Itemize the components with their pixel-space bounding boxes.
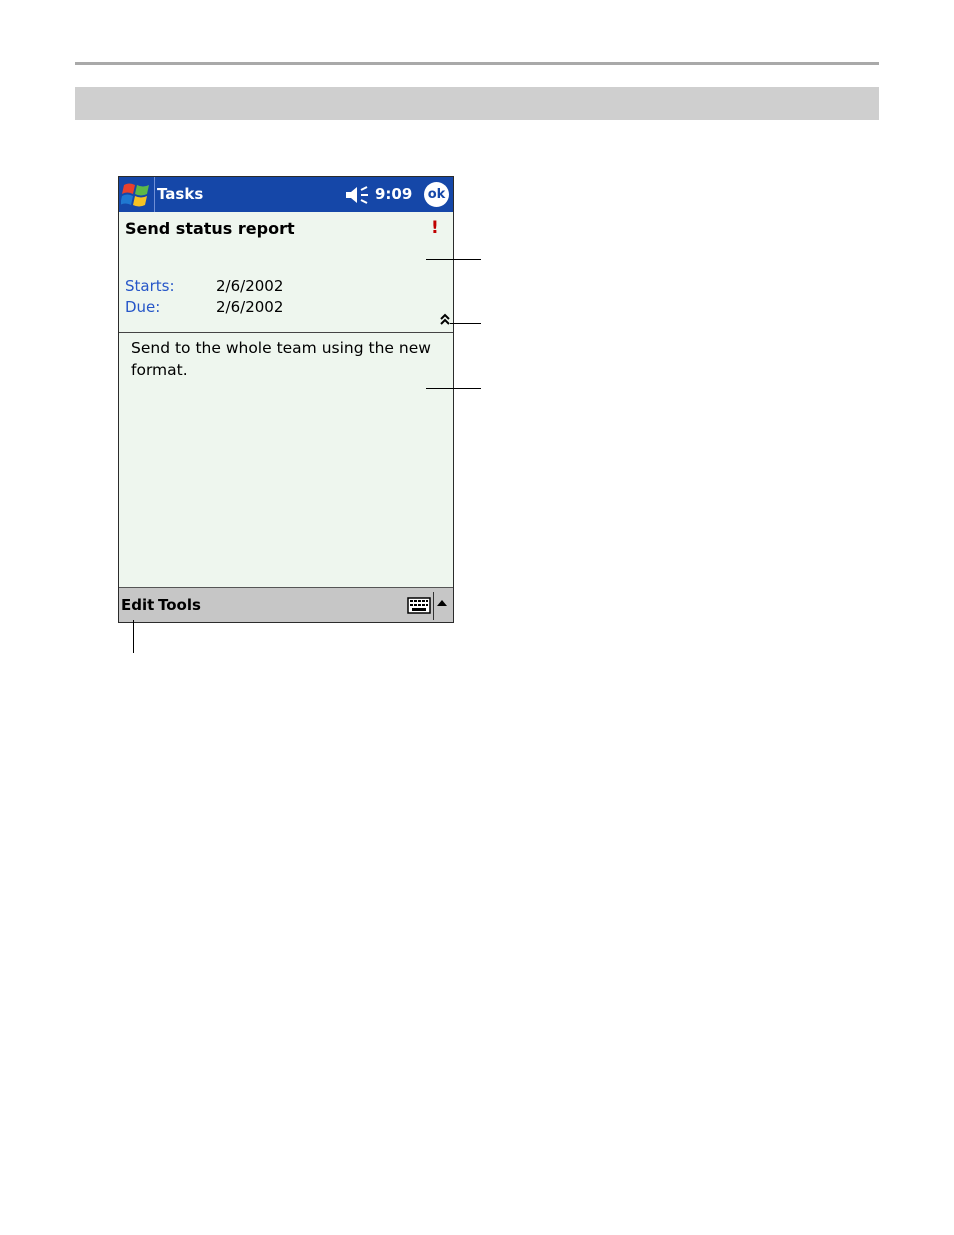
task-summary[interactable]: Send status report ! Starts: 2/6/2002 Du… bbox=[119, 212, 453, 333]
keyboard-icon[interactable] bbox=[407, 597, 431, 614]
starts-value: 2/6/2002 bbox=[216, 277, 284, 295]
pocketpc-screen: Tasks 9:09 ok Send status report ! Start… bbox=[118, 176, 454, 623]
notes-text: Send to the whole team using the new for… bbox=[131, 339, 431, 379]
task-subject: Send status report bbox=[125, 219, 295, 238]
triangle-up-icon[interactable] bbox=[437, 600, 447, 606]
windows-flag-icon bbox=[121, 183, 149, 207]
menu-edit[interactable]: Edit bbox=[121, 596, 154, 614]
sip-divider bbox=[433, 592, 434, 620]
callout-line-summary bbox=[426, 259, 481, 260]
double-chevron-up-icon[interactable] bbox=[438, 313, 452, 327]
clock[interactable]: 9:09 bbox=[375, 185, 412, 203]
page-header-band bbox=[75, 87, 879, 120]
speaker-muted-icon[interactable] bbox=[345, 186, 371, 204]
ok-button[interactable]: ok bbox=[424, 182, 449, 207]
starts-label: Starts: bbox=[125, 277, 175, 295]
navigation-bar: Tasks 9:09 ok bbox=[119, 177, 453, 212]
due-label: Due: bbox=[125, 298, 161, 316]
due-value: 2/6/2002 bbox=[216, 298, 284, 316]
notes-area[interactable]: Send to the whole team using the new for… bbox=[119, 333, 453, 588]
app-title: Tasks bbox=[157, 185, 204, 203]
page-header-rule bbox=[75, 62, 879, 65]
menu-bar: Edit Tools bbox=[119, 587, 453, 622]
callout-line-collapse bbox=[450, 323, 481, 324]
callout-line-notes bbox=[426, 388, 481, 389]
start-button[interactable] bbox=[119, 177, 155, 212]
exclamation-icon: ! bbox=[431, 218, 439, 238]
callout-line-menubar bbox=[133, 620, 134, 653]
menu-tools[interactable]: Tools bbox=[158, 596, 201, 614]
